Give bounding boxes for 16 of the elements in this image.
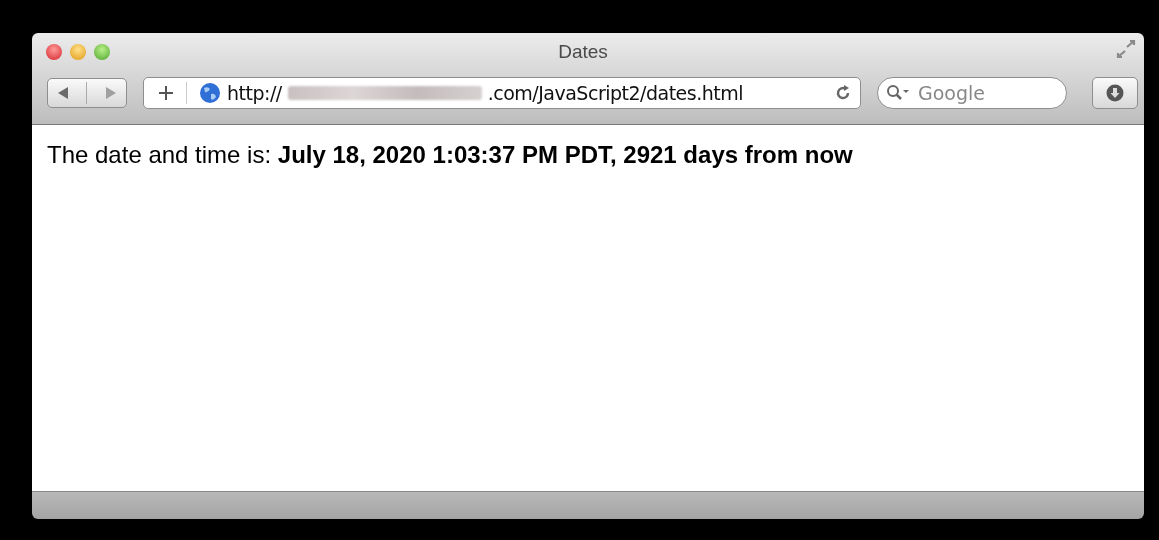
add-bookmark-icon[interactable]: [158, 85, 174, 101]
forward-arrow-icon: [103, 86, 118, 100]
date-sentence: The date and time is: July 18, 2020 1:03:37 PM PDT, 2921 days from now: [47, 141, 854, 169]
downloads-button[interactable]: [1092, 77, 1138, 109]
search-field[interactable]: Google: [877, 77, 1067, 109]
back-forward-buttons[interactable]: [47, 78, 127, 108]
reload-icon[interactable]: [834, 84, 852, 102]
close-button[interactable]: [46, 44, 62, 60]
globe-icon: [199, 82, 221, 104]
fullscreen-icon[interactable]: [1116, 40, 1136, 58]
back-arrow-icon: [56, 86, 71, 100]
window-title: Dates: [557, 41, 609, 63]
address-field[interactable]: http:// .com/JavaScript2/dates.html: [143, 77, 861, 109]
url-text: .com/JavaScript2/dates.html: [487, 82, 744, 104]
url-text: http://: [227, 82, 282, 104]
download-icon: [1106, 84, 1124, 102]
